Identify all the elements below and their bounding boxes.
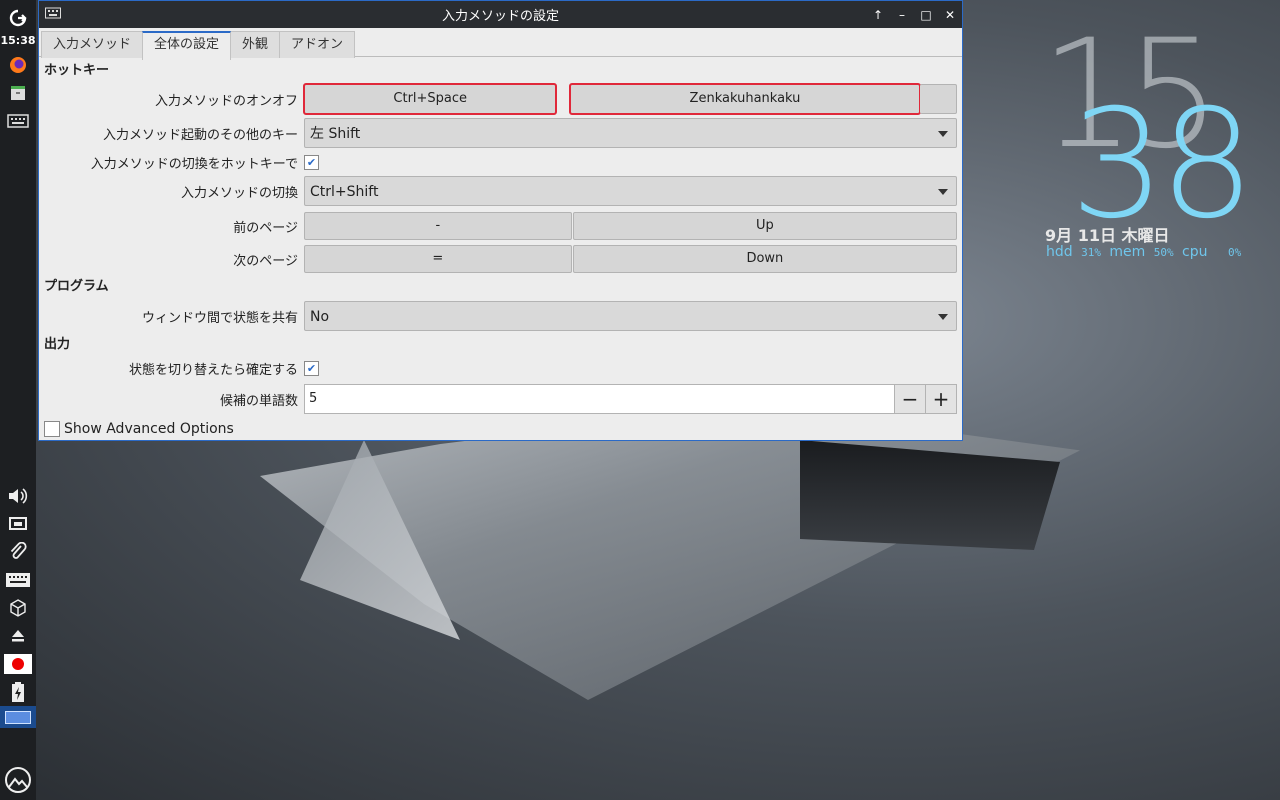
toggle-key-spare — [919, 84, 957, 114]
eject-icon[interactable] — [3, 622, 33, 650]
switch-combo[interactable]: Ctrl+Shift — [304, 176, 957, 206]
hdd-value: 31% — [1081, 246, 1101, 259]
close-button[interactable]: ✕ — [938, 8, 962, 22]
file-manager-icon[interactable] — [3, 79, 33, 107]
candidates-spinbox: 5 − + — [304, 384, 957, 414]
hdd-label: hdd — [1046, 244, 1073, 260]
candidates-input[interactable]: 5 — [305, 385, 894, 413]
next-page-label: 次のページ — [233, 253, 298, 269]
decrement-button[interactable]: − — [894, 385, 925, 413]
alt-key-value: 左 Shift — [310, 126, 361, 142]
firefox-icon[interactable] — [3, 51, 33, 79]
next-page-key1-button[interactable]: = — [304, 245, 572, 273]
toggle-im-label: 入力メソッドのオンオフ — [154, 93, 298, 109]
prev-page-label: 前のページ — [233, 220, 298, 236]
section-program: プログラム — [44, 279, 109, 294]
toggle-key1-button[interactable]: Ctrl+Space — [302, 83, 558, 115]
tab-appearance[interactable]: 外観 — [230, 31, 281, 58]
battery-icon[interactable] — [3, 678, 33, 706]
settings-window: 入力メソッドの設定 ↑ – □ ✕ 入力メソッド 全体の設定 外観 アドオン ホ… — [38, 0, 963, 441]
share-state-combo[interactable]: No — [304, 301, 957, 331]
cpu-label: cpu — [1182, 244, 1208, 260]
left-panel: 15:38 — [0, 0, 36, 800]
system-stats: hdd 31% mem 50% cpu 0% — [1046, 244, 1241, 260]
tab-bar: 入力メソッド 全体の設定 外観 アドオン — [39, 28, 962, 60]
window-titlebar[interactable]: 入力メソッドの設定 ↑ – □ ✕ — [39, 1, 962, 28]
share-state-label: ウィンドウ間で状態を共有 — [141, 310, 298, 326]
chevron-down-icon — [938, 131, 948, 137]
keep-above-button[interactable]: ↑ — [866, 8, 890, 22]
toggle-key2-button[interactable]: Zenkakuhankaku — [569, 83, 921, 115]
input-method-icon[interactable] — [3, 650, 33, 678]
section-hotkey: ホットキー — [44, 63, 110, 78]
tab-input-method[interactable]: 入力メソッド — [41, 31, 144, 58]
tab-global-config[interactable]: 全体の設定 — [142, 31, 232, 60]
logout-icon[interactable] — [3, 4, 33, 32]
keyboard-app-icon[interactable] — [3, 107, 33, 135]
commit-checkbox[interactable]: ✔ — [304, 360, 319, 376]
next-page-key2-button[interactable]: Down — [572, 245, 957, 273]
start-menu-icon[interactable] — [3, 766, 33, 794]
switch-enable-checkbox[interactable]: ✔ — [304, 154, 319, 170]
alt-key-label: 入力メソッド起動のその他のキー — [102, 127, 298, 143]
taskbar-window-button[interactable] — [0, 706, 36, 728]
switch-value: Ctrl+Shift — [310, 184, 379, 200]
increment-button[interactable]: + — [925, 385, 956, 413]
window-title: 入力メソッドの設定 — [441, 9, 559, 24]
share-state-value: No — [310, 309, 330, 325]
package-icon[interactable] — [3, 594, 33, 622]
clock-date: 9月 11日 木曜日 — [1045, 226, 1170, 245]
chevron-down-icon — [938, 189, 948, 195]
candidates-label: 候補の単語数 — [219, 393, 298, 409]
minimize-button[interactable]: – — [890, 8, 914, 22]
chevron-down-icon — [938, 314, 948, 320]
switch-enable-label: 入力メソッドの切換をホットキーで — [90, 156, 298, 172]
clipboard-icon[interactable] — [3, 538, 33, 566]
network-icon[interactable] — [3, 510, 33, 538]
keyboard-icon — [45, 7, 61, 22]
volume-icon[interactable] — [3, 482, 33, 510]
keyboard-layout-icon[interactable] — [3, 566, 33, 594]
mem-label: mem — [1109, 244, 1146, 260]
commit-label: 状態を切り替えたら確定する — [128, 362, 298, 378]
panel-clock[interactable]: 15:38 — [0, 34, 35, 47]
alt-key-combo[interactable]: 左 Shift — [304, 118, 957, 148]
section-output: 出力 — [44, 337, 71, 352]
advanced-label[interactable]: Show Advanced Options — [64, 421, 234, 437]
switch-label: 入力メソッドの切換 — [180, 185, 298, 201]
prev-page-key1-button[interactable]: - — [304, 212, 572, 240]
clock-minute: 38 — [1070, 78, 1255, 252]
prev-page-key2-button[interactable]: Up — [572, 212, 957, 240]
maximize-button[interactable]: □ — [914, 8, 938, 22]
cpu-value: 0% — [1227, 246, 1242, 259]
tab-addons[interactable]: アドオン — [279, 31, 356, 58]
advanced-checkbox[interactable]: ✔ — [44, 421, 60, 437]
mem-value: 50% — [1153, 246, 1174, 259]
